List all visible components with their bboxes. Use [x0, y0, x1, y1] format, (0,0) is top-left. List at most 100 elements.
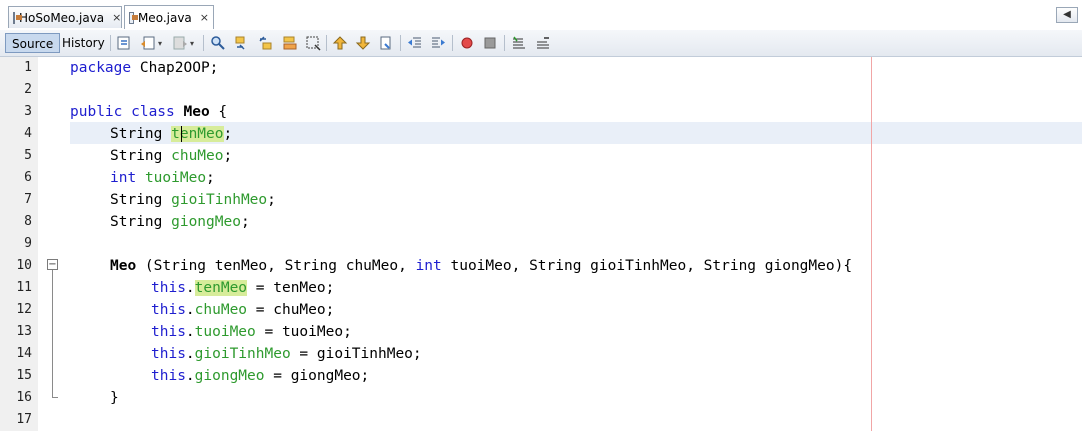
code-text: tuoiMeo, String gioiTinhMeo, String gion…	[441, 258, 853, 274]
code-editor[interactable]: package Chap2OOP; public class Meo { Str…	[64, 57, 1082, 431]
toggle-highlight-icon[interactable]	[282, 35, 298, 51]
field-name-highlighted: tenMeo	[194, 280, 248, 296]
last-edit-icon[interactable]	[116, 35, 132, 51]
code-line-4: String tenMeo;	[110, 123, 232, 145]
keyword: this	[151, 302, 186, 318]
toolbar-separator	[203, 35, 204, 51]
text-caret	[181, 126, 182, 142]
code-line-8: String giongMeo;	[110, 211, 250, 233]
scroll-tabs-left-icon[interactable]: ◀	[1056, 7, 1078, 23]
line-number: 17	[16, 412, 32, 427]
toolbar-separator	[452, 35, 453, 51]
toolbar-separator	[326, 35, 327, 51]
field-name: gioiTinhMeo	[171, 192, 268, 208]
type-name: String	[110, 192, 172, 208]
next-bookmark-icon[interactable]	[355, 35, 371, 51]
type-name: String	[110, 214, 172, 230]
collapse-fold-icon[interactable]: −	[47, 259, 58, 270]
line-number: 7	[24, 192, 32, 207]
line-number: 9	[24, 236, 32, 251]
tab-label: Meo.java	[137, 10, 192, 25]
class-name: Meo	[183, 104, 210, 120]
type-name: String	[110, 148, 172, 164]
line-number: 13	[16, 324, 32, 339]
find-previous-icon[interactable]	[234, 35, 250, 51]
code-line-13: this.tuoiMeo = tuoiMeo;	[151, 321, 352, 343]
field-name-highlighted: tenMeo	[171, 126, 224, 142]
code-text: .	[185, 368, 195, 384]
close-icon[interactable]: ×	[112, 11, 121, 24]
code-text: = giongMeo;	[264, 368, 370, 384]
shift-left-icon[interactable]	[407, 35, 423, 51]
code-text: = tuoiMeo;	[255, 324, 352, 340]
shift-right-icon[interactable]	[430, 35, 446, 51]
history-button[interactable]: History	[56, 33, 111, 53]
find-selection-icon[interactable]	[210, 35, 226, 51]
field-name: chuMeo	[171, 148, 224, 164]
find-next-icon[interactable]	[258, 35, 274, 51]
code-line-5: String chuMeo;	[110, 145, 232, 167]
keyword: public class	[70, 104, 175, 120]
field-name: tuoiMeo	[194, 324, 256, 340]
code-text: .	[185, 280, 195, 296]
previous-bookmark-icon[interactable]	[332, 35, 348, 51]
field-name: chuMeo	[194, 302, 248, 318]
fold-guide	[52, 270, 53, 397]
code-text: ;	[267, 192, 276, 208]
constructor-name: Meo	[110, 258, 137, 274]
source-button[interactable]: Source	[5, 33, 61, 53]
comment-icon[interactable]	[511, 35, 527, 51]
keyword: int	[110, 170, 137, 186]
code-line-1: package Chap2OOP;	[70, 57, 218, 79]
line-number: 1	[24, 60, 32, 75]
toggle-rect-selection-icon[interactable]	[305, 35, 321, 51]
back-icon[interactable]	[140, 35, 156, 51]
tab-hosomeo[interactable]: HoSoMeo.java ×	[8, 6, 122, 28]
code-text: ;	[206, 170, 215, 186]
code-line-6: int tuoiMeo;	[110, 167, 215, 189]
code-text: (String tenMeo, String chuMeo,	[136, 258, 416, 274]
uncomment-icon[interactable]	[535, 35, 551, 51]
code-text: ;	[240, 214, 250, 230]
field-name: tuoiMeo	[144, 170, 207, 186]
line-number: 2	[24, 82, 32, 97]
close-icon[interactable]: ×	[200, 11, 209, 24]
code-text: ;	[223, 148, 233, 164]
code-text: = chuMeo;	[247, 302, 335, 318]
code-line-11: this.tenMeo = tenMeo;	[151, 277, 334, 299]
code-line-16: }	[110, 390, 119, 406]
code-line-7: String gioiTinhMeo;	[110, 189, 276, 211]
java-file-icon	[13, 11, 22, 24]
keyword: this	[151, 324, 186, 340]
line-number: 8	[24, 214, 32, 229]
forward-icon[interactable]	[172, 35, 188, 51]
line-number: 15	[16, 368, 32, 383]
code-text: ;	[223, 126, 233, 142]
field-name: gioiTinhMeo	[194, 346, 291, 362]
stop-macro-icon[interactable]	[482, 35, 498, 51]
code-line-12: this.chuMeo = chuMeo;	[151, 299, 334, 321]
field-name: giongMeo	[194, 368, 265, 384]
code-line-15: this.giongMeo = giongMeo;	[151, 365, 369, 387]
tab-meo[interactable]: Meo.java ×	[124, 5, 214, 29]
keyword: int	[415, 258, 442, 274]
start-macro-icon[interactable]	[459, 35, 475, 51]
toggle-bookmark-icon[interactable]	[378, 35, 394, 51]
fold-guide-end	[52, 397, 58, 398]
fold-margin	[38, 57, 64, 431]
code-line-14: this.gioiTinhMeo = gioiTinhMeo;	[151, 343, 422, 365]
tab-label: HoSoMeo.java	[19, 10, 105, 25]
keyword: this	[151, 346, 186, 362]
toolbar-separator	[504, 35, 505, 51]
code-text: = tenMeo;	[247, 280, 335, 296]
code-line-10: Meo (String tenMeo, String chuMeo, int t…	[110, 255, 852, 277]
dropdown-icon[interactable]: ▾	[190, 39, 194, 48]
editor-toolbar: Source History ▾ ▾	[0, 30, 1082, 57]
line-number: 6	[24, 170, 32, 185]
dropdown-icon[interactable]: ▾	[158, 39, 162, 48]
field-name: giongMeo	[171, 214, 241, 230]
editor-tab-bar: HoSoMeo.java × Meo.java × ◀	[0, 0, 1082, 31]
code-text: .	[185, 346, 195, 362]
code-text: Chap2OOP;	[131, 60, 219, 76]
